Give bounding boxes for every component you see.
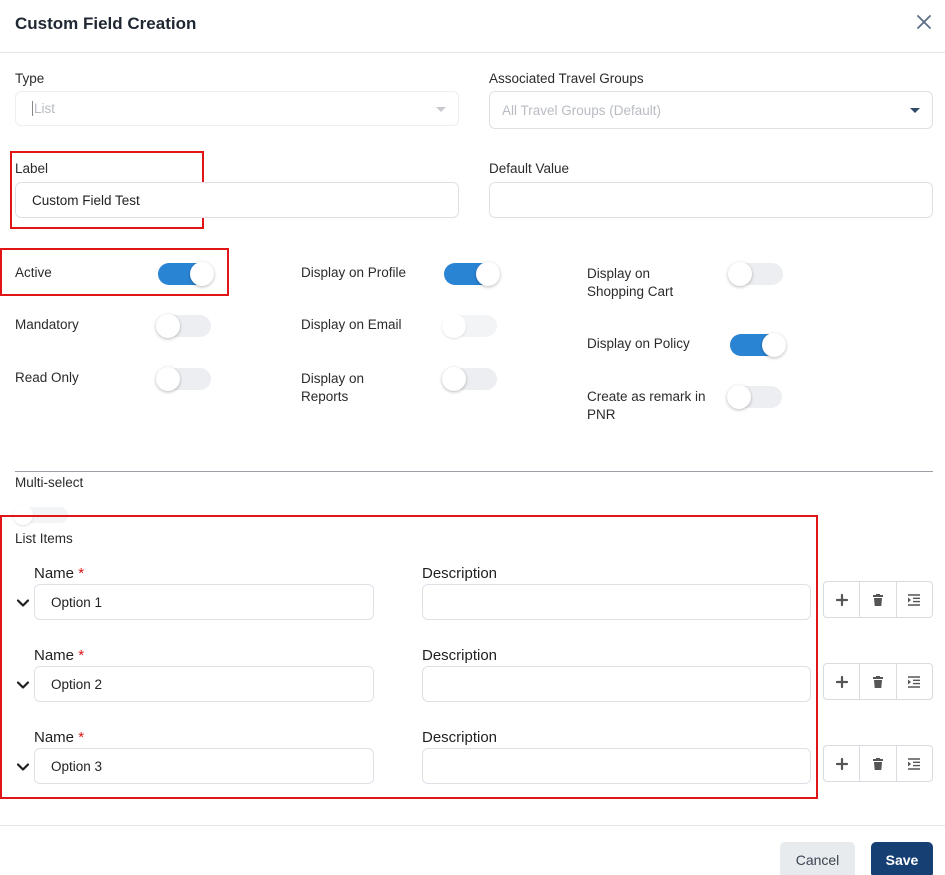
mandatory-toggle[interactable] xyxy=(156,314,211,338)
list-items-heading: List Items xyxy=(15,531,73,546)
item-actions xyxy=(823,581,933,618)
display-policy-label: Display on Policy xyxy=(587,336,690,351)
display-email-label: Display on Email xyxy=(301,317,402,332)
indent-icon xyxy=(908,675,921,688)
read-only-toggle[interactable] xyxy=(156,367,211,391)
indent-item-button[interactable] xyxy=(897,582,932,617)
type-value: List xyxy=(32,101,56,116)
type-select[interactable]: List xyxy=(15,91,459,126)
chevron-down-icon xyxy=(910,108,920,113)
display-policy-toggle[interactable] xyxy=(730,333,786,357)
indent-item-button[interactable] xyxy=(897,664,932,699)
multi-select-label: Multi-select xyxy=(15,475,84,490)
active-toggle[interactable] xyxy=(158,262,214,286)
add-item-button[interactable] xyxy=(824,746,861,781)
item-description-input[interactable] xyxy=(422,748,811,784)
add-item-button[interactable] xyxy=(824,664,861,699)
delete-item-button[interactable] xyxy=(860,746,897,781)
plus-icon xyxy=(835,593,848,606)
label-input[interactable]: Custom Field Test xyxy=(15,182,459,218)
display-profile-label: Display on Profile xyxy=(301,265,407,280)
display-cart-toggle[interactable] xyxy=(728,262,783,286)
read-only-label: Read Only xyxy=(15,370,79,385)
item-actions xyxy=(823,745,933,782)
chevron-down-icon xyxy=(436,106,446,112)
item-description-label: Description xyxy=(422,647,498,664)
item-name-input[interactable]: Option 2 xyxy=(34,666,374,702)
remark-pnr-toggle[interactable] xyxy=(727,385,782,409)
trash-icon xyxy=(872,757,883,770)
item-name-label: Name * xyxy=(34,729,85,746)
display-reports-label: Display on Reports xyxy=(301,371,365,404)
label-label: Label xyxy=(15,161,49,176)
mandatory-label: Mandatory xyxy=(15,317,79,332)
display-email-toggle[interactable] xyxy=(442,314,497,338)
delete-item-button[interactable] xyxy=(860,582,897,617)
item-description-label: Description xyxy=(422,565,498,582)
default-value-input[interactable] xyxy=(489,182,933,218)
add-item-button[interactable] xyxy=(824,582,861,617)
indent-item-button[interactable] xyxy=(897,746,932,781)
item-description-input[interactable] xyxy=(422,666,811,702)
display-reports-toggle[interactable] xyxy=(442,367,497,391)
plus-icon xyxy=(835,757,848,770)
chevron-down-icon[interactable] xyxy=(16,678,30,692)
cancel-button[interactable]: Cancel xyxy=(780,842,855,875)
item-name-input[interactable]: Option 1 xyxy=(34,584,374,620)
item-name-label: Name * xyxy=(34,647,85,664)
divider xyxy=(15,471,933,472)
plus-icon xyxy=(835,675,848,688)
trash-icon xyxy=(872,593,883,606)
trash-icon xyxy=(872,675,883,688)
item-description-label: Description xyxy=(422,729,498,746)
footer-divider xyxy=(0,825,945,826)
save-button[interactable]: Save xyxy=(871,842,933,875)
display-cart-label: Display on Shopping Cart xyxy=(587,266,674,299)
item-description-input[interactable] xyxy=(422,584,811,620)
groups-select[interactable]: All Travel Groups (Default) xyxy=(489,91,933,129)
item-actions xyxy=(823,663,933,700)
close-icon[interactable] xyxy=(912,10,936,34)
chevron-down-icon[interactable] xyxy=(16,760,30,774)
default-value-label: Default Value xyxy=(489,161,570,176)
display-profile-toggle[interactable] xyxy=(444,262,500,286)
remark-pnr-label: Create as remark in PNR xyxy=(587,389,706,422)
groups-placeholder: All Travel Groups (Default) xyxy=(502,102,662,118)
label-value: Custom Field Test xyxy=(32,192,140,208)
item-name-input[interactable]: Option 3 xyxy=(34,748,374,784)
indent-icon xyxy=(908,757,921,770)
indent-icon xyxy=(908,593,921,606)
item-name-label: Name * xyxy=(34,565,85,582)
chevron-down-icon[interactable] xyxy=(16,596,30,610)
groups-label: Associated Travel Groups xyxy=(489,71,644,86)
dialog-title: Custom Field Creation xyxy=(15,14,197,33)
delete-item-button[interactable] xyxy=(860,664,897,699)
type-label: Type xyxy=(15,71,45,86)
active-label: Active xyxy=(15,265,52,280)
